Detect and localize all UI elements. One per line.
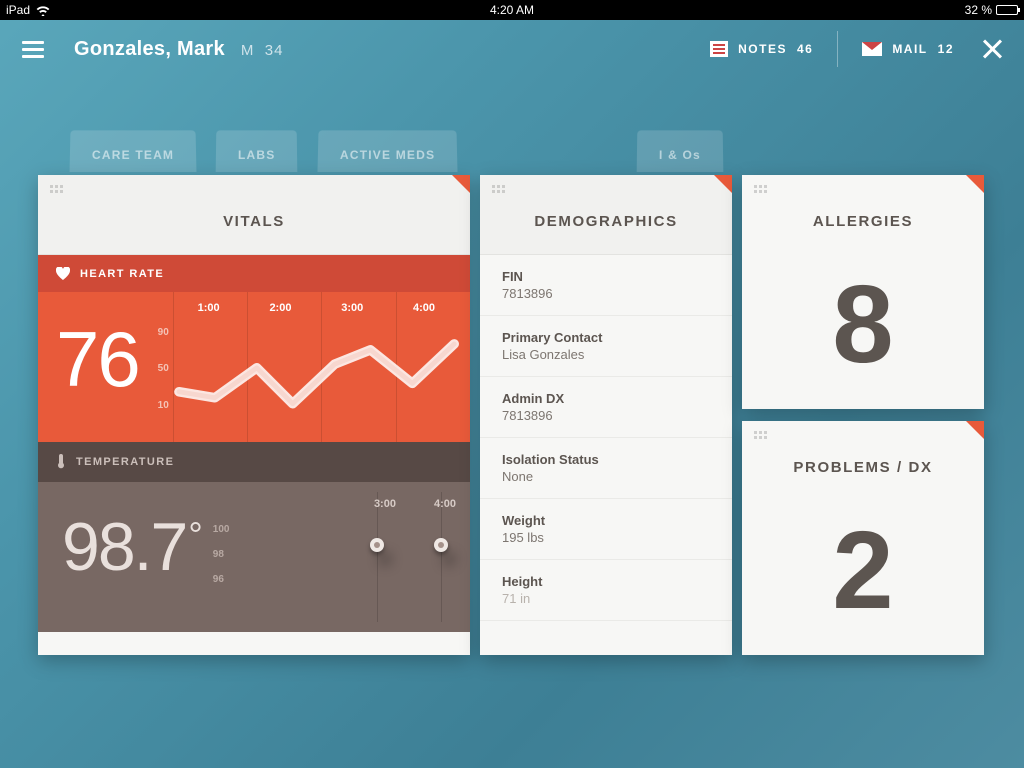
demographics-card[interactable]: DEMOGRAPHICS FIN7813896 Primary ContactL… [480, 175, 732, 655]
patient-info[interactable]: Gonzales, Mark M 34 [74, 38, 283, 61]
mail-icon [862, 42, 882, 56]
list-item: Weight195 lbs [480, 499, 732, 560]
heart-rate-header: HEART RATE [38, 255, 470, 292]
patient-meta: M 34 [241, 42, 284, 59]
demographics-title: DEMOGRAPHICS [480, 175, 732, 255]
drag-handle-icon[interactable] [50, 185, 64, 199]
allergies-card[interactable]: ALLERGIES 8 [742, 175, 984, 409]
drag-handle-icon[interactable] [754, 431, 768, 445]
battery-icon [996, 5, 1018, 15]
notes-button[interactable]: NOTES 46 [710, 41, 813, 57]
drag-handle-icon[interactable] [754, 185, 768, 199]
menu-button[interactable] [22, 41, 44, 58]
allergies-title: ALLERGIES [742, 175, 984, 254]
heart-rate-panel: 76 90 50 10 1:00 2:00 3:00 4:00 [38, 292, 470, 442]
corner-flag-icon [452, 175, 470, 193]
corner-flag-icon [714, 175, 732, 193]
vitals-card[interactable]: VITALS HEART RATE 76 90 50 10 1:00 2:00 … [38, 175, 470, 655]
list-item: FIN7813896 [480, 255, 732, 316]
drag-handle-icon[interactable] [492, 185, 506, 199]
background-tabs: CARE TEAM LABS ACTIVE MEDS I & Os [70, 130, 1024, 172]
problems-title: PROBLEMS / DX [742, 421, 984, 500]
status-bar: iPad 4:20 AM 32 % [0, 0, 1024, 20]
app-header: Gonzales, Mark M 34 NOTES 46 MAIL 12 [0, 20, 1024, 78]
vitals-title: VITALS [38, 175, 470, 255]
list-item: Height71 in [480, 560, 732, 621]
list-item: Primary ContactLisa Gonzales [480, 316, 732, 377]
heart-icon [56, 267, 70, 280]
temp-point [434, 538, 448, 552]
problems-card[interactable]: PROBLEMS / DX 2 [742, 421, 984, 655]
close-button[interactable] [982, 39, 1002, 59]
allergies-count: 8 [742, 254, 984, 380]
wifi-icon [36, 5, 50, 16]
tab-active-meds[interactable]: ACTIVE MEDS [317, 130, 457, 172]
demographics-list[interactable]: FIN7813896 Primary ContactLisa Gonzales … [480, 255, 732, 621]
temperature-header: TEMPERATURE [38, 442, 470, 482]
mail-button[interactable]: MAIL 12 [862, 42, 954, 56]
tab-care-team[interactable]: CARE TEAM [70, 130, 197, 172]
heart-rate-line [173, 302, 460, 442]
thermometer-icon [56, 454, 66, 470]
corner-flag-icon [966, 421, 984, 439]
temperature-panel: 98.7° 100 98 96 3:00 4:00 [38, 482, 470, 632]
device-label: iPad [6, 3, 30, 17]
notes-icon [710, 41, 728, 57]
patient-name: Gonzales, Mark [74, 38, 225, 61]
corner-flag-icon [966, 175, 984, 193]
temperature-chart: 3:00 4:00 [237, 482, 470, 632]
clock: 4:20 AM [490, 3, 534, 17]
temp-point [370, 538, 384, 552]
separator [837, 31, 838, 67]
problems-count: 2 [742, 500, 984, 626]
tab-ios[interactable]: I & Os [637, 130, 724, 172]
list-item: Isolation StatusNone [480, 438, 732, 499]
list-item: Admin DX7813896 [480, 377, 732, 438]
heart-rate-value: 76 [38, 292, 147, 442]
heart-rate-chart: 1:00 2:00 3:00 4:00 [173, 292, 470, 442]
temperature-value: 98.7° [38, 482, 199, 632]
battery-percent: 32 % [965, 3, 992, 17]
temperature-y-axis: 100 98 96 [199, 482, 237, 632]
heart-rate-y-axis: 90 50 10 [147, 292, 173, 442]
tab-labs[interactable]: LABS [216, 130, 298, 172]
